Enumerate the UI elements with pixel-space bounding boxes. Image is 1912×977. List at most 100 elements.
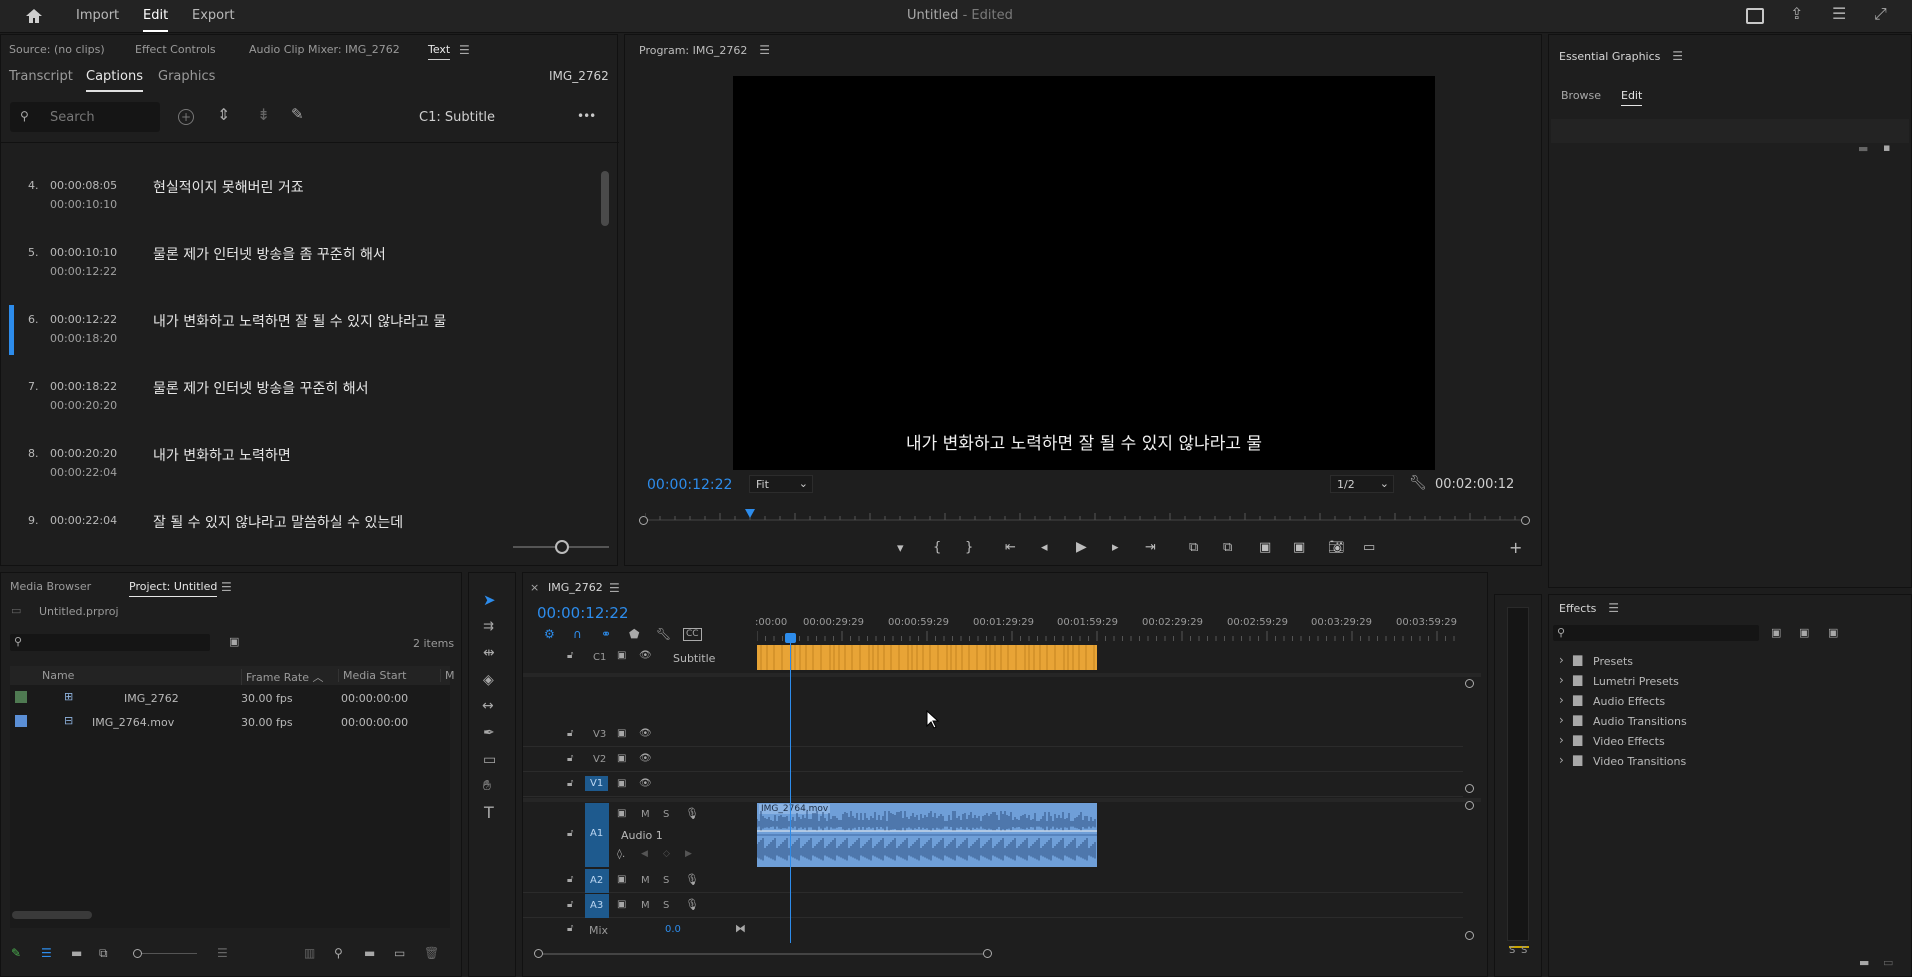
pencil-icon[interactable]: ✎ — [291, 107, 304, 122]
overwrite-icon[interactable]: ▣ — [1293, 540, 1305, 555]
menu-export[interactable]: Export — [192, 8, 235, 23]
thumbnail-size-slider[interactable] — [133, 949, 197, 958]
extract-icon[interactable]: ⧉ — [1223, 540, 1232, 555]
ripple-edit-tool-icon[interactable]: ⇹ — [483, 646, 495, 660]
tab-audio-clip-mixer[interactable]: Audio Clip Mixer: IMG_2762 — [249, 43, 400, 56]
tab-menu-icon[interactable]: ☰ — [1672, 49, 1683, 63]
prev-keyframe-icon[interactable]: ◀ — [641, 850, 648, 859]
lift-icon[interactable]: ⧉ — [1189, 540, 1198, 555]
column-media-start[interactable]: Media Start — [338, 669, 406, 682]
column-m[interactable]: M — [440, 669, 455, 682]
lock-icon[interactable]: 🔓︎ — [567, 900, 573, 910]
selection-tool-icon[interactable]: ➤ — [483, 593, 496, 608]
caption-row-selected[interactable]: 6. 00:00:12:22 00:00:18:20 내가 변화하고 노력하면 잘 될… — [1, 305, 601, 372]
time-ruler[interactable]: :00:00 00:00:29:29 00:00:59:29 00:01:29:… — [755, 617, 1457, 641]
mix-meter-icon[interactable]: ⧓ — [735, 923, 746, 934]
track-select-tool-icon[interactable]: ⇉ — [483, 620, 494, 633]
label-color-swatch[interactable] — [15, 691, 27, 703]
caption-row[interactable]: 4. 00:00:08:05 00:00:10:10 현실적이지 못해버린 거죠 — [1, 171, 601, 238]
sequence-tab[interactable]: IMG_2762 — [548, 581, 603, 594]
tab-menu-icon[interactable]: ☰ — [609, 582, 620, 594]
tab-edit[interactable]: Edit — [1621, 89, 1643, 106]
sync-lock-icon[interactable]: ▣ — [617, 651, 626, 661]
audio-clip[interactable]: IMG_2764.mov — [757, 803, 1097, 867]
add-button-icon[interactable]: + — [1509, 538, 1522, 557]
tab-menu-icon[interactable]: ☰ — [1608, 601, 1619, 615]
lock-icon[interactable]: 🔓︎ — [567, 829, 573, 839]
solo-left-button[interactable]: S — [1509, 945, 1515, 956]
linked-selection-icon[interactable]: ⚭ — [601, 628, 611, 640]
tab-menu-icon[interactable]: ☰ — [221, 581, 232, 593]
column-name[interactable]: Name — [42, 669, 74, 682]
step-forward-icon[interactable]: ▸ — [1112, 540, 1119, 555]
scrub-start-handle[interactable] — [639, 516, 648, 525]
bin-icon[interactable]: ▣ — [229, 636, 239, 647]
tab-menu-icon[interactable]: ☰ — [759, 43, 770, 57]
merge-caption-icon[interactable]: ⇟ — [257, 107, 270, 123]
menu-import[interactable]: Import — [76, 8, 119, 23]
razor-tool-icon[interactable]: ◈ — [483, 673, 494, 687]
play-icon[interactable]: ▶ — [1076, 539, 1087, 555]
solo-button[interactable]: S — [663, 809, 669, 820]
tab-browse[interactable]: Browse — [1561, 89, 1601, 102]
mute-button[interactable]: M — [641, 809, 650, 820]
caption-row[interactable]: 9. 00:00:22:04 잘 될 수 있지 않냐라고 말씀하실 수 있는데 — [1, 506, 601, 561]
add-keyframe-icon[interactable]: ◇ — [663, 850, 670, 859]
icon-view-icon[interactable]: ▬ — [71, 947, 82, 959]
workspaces-icon[interactable] — [1746, 8, 1764, 24]
eye-icon[interactable]: 👁︎ — [639, 779, 652, 789]
list-view-icon[interactable]: ☰ — [41, 947, 52, 959]
slider-handle[interactable] — [133, 949, 142, 958]
tab-media-browser[interactable]: Media Browser — [10, 580, 91, 593]
timeline-playhead[interactable] — [785, 633, 796, 943]
effects-folder-audio-transitions[interactable]: › ▆ Audio Transitions — [1551, 711, 1911, 731]
new-item-icon[interactable]: ▭ — [394, 947, 405, 959]
panel-menu-icon[interactable]: ☰ — [1832, 6, 1846, 22]
tab-menu-icon[interactable]: ☰ — [459, 44, 470, 56]
split-caption-icon[interactable]: ⇕ — [217, 107, 230, 123]
subtab-graphics[interactable]: Graphics — [158, 69, 215, 84]
automate-to-sequence-icon[interactable]: ▥ — [304, 947, 315, 959]
pen-tool-icon[interactable]: ✒︎ — [483, 726, 495, 740]
sync-lock-icon[interactable]: ▣ — [617, 875, 626, 885]
v-scroll-handle[interactable] — [1465, 784, 1474, 793]
tab-project[interactable]: Project: Untitled — [129, 580, 218, 597]
resolution-select[interactable]: 1/2 ⌄ — [1330, 475, 1394, 493]
lock-icon[interactable]: 🔓︎ — [567, 779, 573, 789]
freeform-view-icon[interactable]: ⧉ — [99, 947, 108, 959]
effects-search-input[interactable]: ⚲ — [1553, 625, 1759, 641]
new-custom-bin-icon[interactable]: ▭ — [1883, 957, 1893, 968]
fit-select[interactable]: Fit ⌄ — [749, 475, 813, 493]
column-frame-rate[interactable]: Frame Rate ︿ — [241, 669, 324, 685]
slip-tool-icon[interactable]: ↔ — [482, 699, 494, 713]
lock-icon[interactable]: 🔓︎ — [567, 729, 573, 739]
fullscreen-icon[interactable]: ⤢ — [1874, 6, 1887, 22]
lock-icon[interactable]: 🔓︎ — [567, 651, 573, 661]
sync-lock-icon[interactable]: ▣ — [617, 809, 626, 819]
mute-button[interactable]: M — [641, 875, 650, 886]
timeline-h-scrollbar[interactable] — [534, 949, 992, 958]
timeline-settings-icon[interactable]: 🔧︎ — [656, 628, 671, 640]
insert-icon[interactable]: ▣ — [1259, 540, 1271, 555]
microphone-icon[interactable]: 🎙︎ — [685, 874, 699, 885]
a-scroll-handle[interactable] — [1465, 801, 1474, 810]
find-icon[interactable]: ⚲ — [334, 947, 343, 959]
a-scroll-handle[interactable] — [1465, 931, 1474, 940]
scrub-end-handle[interactable] — [1521, 516, 1530, 525]
lock-icon[interactable]: 🔓︎ — [567, 875, 573, 885]
share-icon[interactable]: ⇪ — [1790, 6, 1803, 22]
camera-icon[interactable]: 📷︎ — [1328, 540, 1345, 555]
mark-out-icon[interactable]: } — [965, 540, 973, 555]
mute-button[interactable]: M — [641, 900, 650, 911]
microphone-icon[interactable]: 🎙︎ — [685, 899, 699, 910]
step-back-icon[interactable]: ◂ — [1041, 540, 1048, 555]
effects-folder-presets[interactable]: › ▆ Presets — [1551, 651, 1911, 671]
snap-icon[interactable]: ∩ — [573, 628, 582, 640]
new-layer-icon[interactable]: ▪ — [1883, 142, 1890, 153]
table-row[interactable]: ⊞ IMG_2762 30.00 fps 00:00:00:00 — [10, 687, 450, 709]
caption-row[interactable]: 5. 00:00:10:10 00:00:12:22 물론 제가 인터넷 방송을 좀 … — [1, 238, 601, 305]
wrench-icon[interactable]: 🔧︎ — [1409, 476, 1427, 490]
yuv-effects-icon[interactable]: ▣ — [1828, 627, 1838, 638]
microphone-icon[interactable]: 🎙︎ — [685, 808, 699, 819]
mark-in-icon[interactable]: { — [933, 540, 941, 555]
